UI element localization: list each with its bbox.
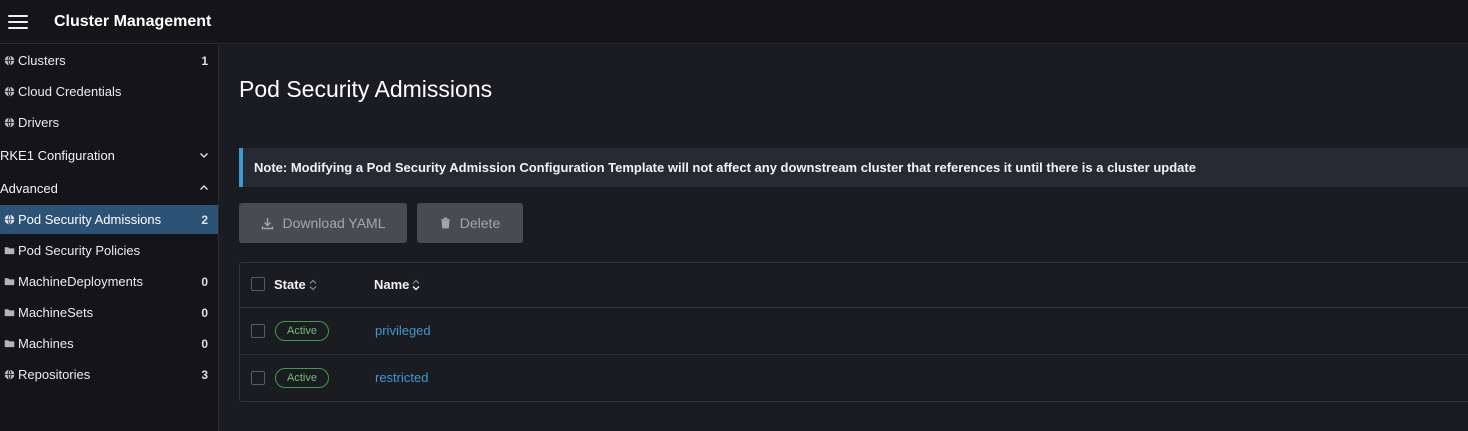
sidebar-item-machines[interactable]: Machines 0 [0, 329, 218, 358]
sidebar-item-count: 0 [201, 305, 208, 320]
download-yaml-button[interactable]: Download YAML [239, 203, 407, 243]
sidebar-item-label: Pod Security Policies [18, 243, 141, 258]
folder-icon [4, 247, 15, 255]
globe-icon [4, 214, 15, 225]
column-header-state[interactable]: State [274, 277, 318, 292]
app-title: Cluster Management [54, 12, 212, 30]
row-checkbox[interactable] [251, 371, 265, 385]
sidebar-item-label: Cloud Credentials [18, 84, 122, 99]
sidebar-item-repositories[interactable]: Repositories 3 [0, 360, 218, 389]
sidebar-item-pod-security-policies[interactable]: Pod Security Policies [0, 236, 218, 265]
hamburger-menu-icon[interactable] [8, 14, 28, 29]
sidebar-item-label: Pod Security Admissions [18, 212, 162, 227]
column-header-label: State [274, 277, 306, 292]
sidebar-item-count: 1 [201, 53, 208, 68]
status-badge: Active [275, 368, 329, 388]
sidebar-item-label: Repositories [18, 367, 91, 382]
sidebar-group-rke1-configuration[interactable]: RKE1 Configuration [0, 140, 218, 170]
sidebar-item-label: MachineDeployments [18, 274, 144, 289]
row-name-link[interactable]: privileged [375, 323, 431, 338]
sidebar: Clusters 1 Cloud Credentials Drivers RKE… [0, 44, 219, 431]
download-icon [261, 217, 273, 229]
globe-icon [4, 55, 15, 66]
row-name-link[interactable]: restricted [375, 370, 428, 385]
page-title: Pod Security Admissions [239, 76, 493, 102]
sidebar-group-label: Advanced [0, 180, 58, 196]
sidebar-item-count: 3 [201, 367, 208, 382]
sidebar-item-drivers[interactable]: Drivers [0, 108, 218, 137]
globe-icon [4, 369, 15, 380]
pod-security-admissions-table: State Name Active privileged Active rest… [239, 262, 1468, 402]
row-checkbox[interactable] [251, 324, 265, 338]
sidebar-item-count: 0 [201, 274, 208, 289]
column-header-name[interactable]: Name [374, 277, 421, 292]
sort-icon [309, 279, 317, 290]
globe-icon [4, 86, 15, 97]
folder-icon [4, 309, 15, 317]
table-header: State Name [240, 263, 1468, 308]
globe-icon [4, 117, 15, 128]
sidebar-item-count: 0 [201, 336, 208, 351]
delete-button[interactable]: Delete [417, 203, 523, 243]
sort-down-icon [412, 279, 420, 290]
sidebar-group-label: RKE1 Configuration [0, 147, 115, 163]
sidebar-item-count: 2 [201, 212, 208, 227]
sidebar-group-advanced[interactable]: Advanced [0, 173, 218, 203]
trash-icon [440, 217, 450, 229]
delete-label: Delete [459, 215, 501, 231]
sidebar-item-label: Clusters [18, 53, 66, 68]
sidebar-item-label: Drivers [18, 115, 60, 130]
sidebar-item-machine-sets[interactable]: MachineSets 0 [0, 298, 218, 327]
chevron-up-icon [199, 184, 209, 191]
folder-icon [4, 340, 15, 348]
info-banner: Note: Modifying a Pod Security Admission… [239, 148, 1468, 187]
column-header-label: Name [374, 277, 410, 292]
sidebar-item-cloud-credentials[interactable]: Cloud Credentials [0, 77, 218, 106]
banner-text: Note: Modifying a Pod Security Admission… [254, 160, 1196, 175]
top-header: Cluster Management [0, 0, 1468, 44]
table-row[interactable]: Active privileged [240, 308, 1468, 355]
status-badge: Active [275, 321, 329, 341]
sidebar-item-pod-security-admissions[interactable]: Pod Security Admissions 2 [0, 205, 218, 234]
sidebar-item-clusters[interactable]: Clusters 1 [0, 46, 218, 75]
sidebar-item-machine-deployments[interactable]: MachineDeployments 0 [0, 267, 218, 296]
download-yaml-label: Download YAML [282, 215, 386, 231]
sidebar-item-label: Machines [18, 336, 74, 351]
chevron-down-icon [199, 152, 209, 159]
select-all-checkbox[interactable] [251, 277, 265, 291]
table-row[interactable]: Active restricted [240, 355, 1468, 402]
folder-icon [4, 278, 15, 286]
sidebar-item-label: MachineSets [18, 305, 94, 320]
